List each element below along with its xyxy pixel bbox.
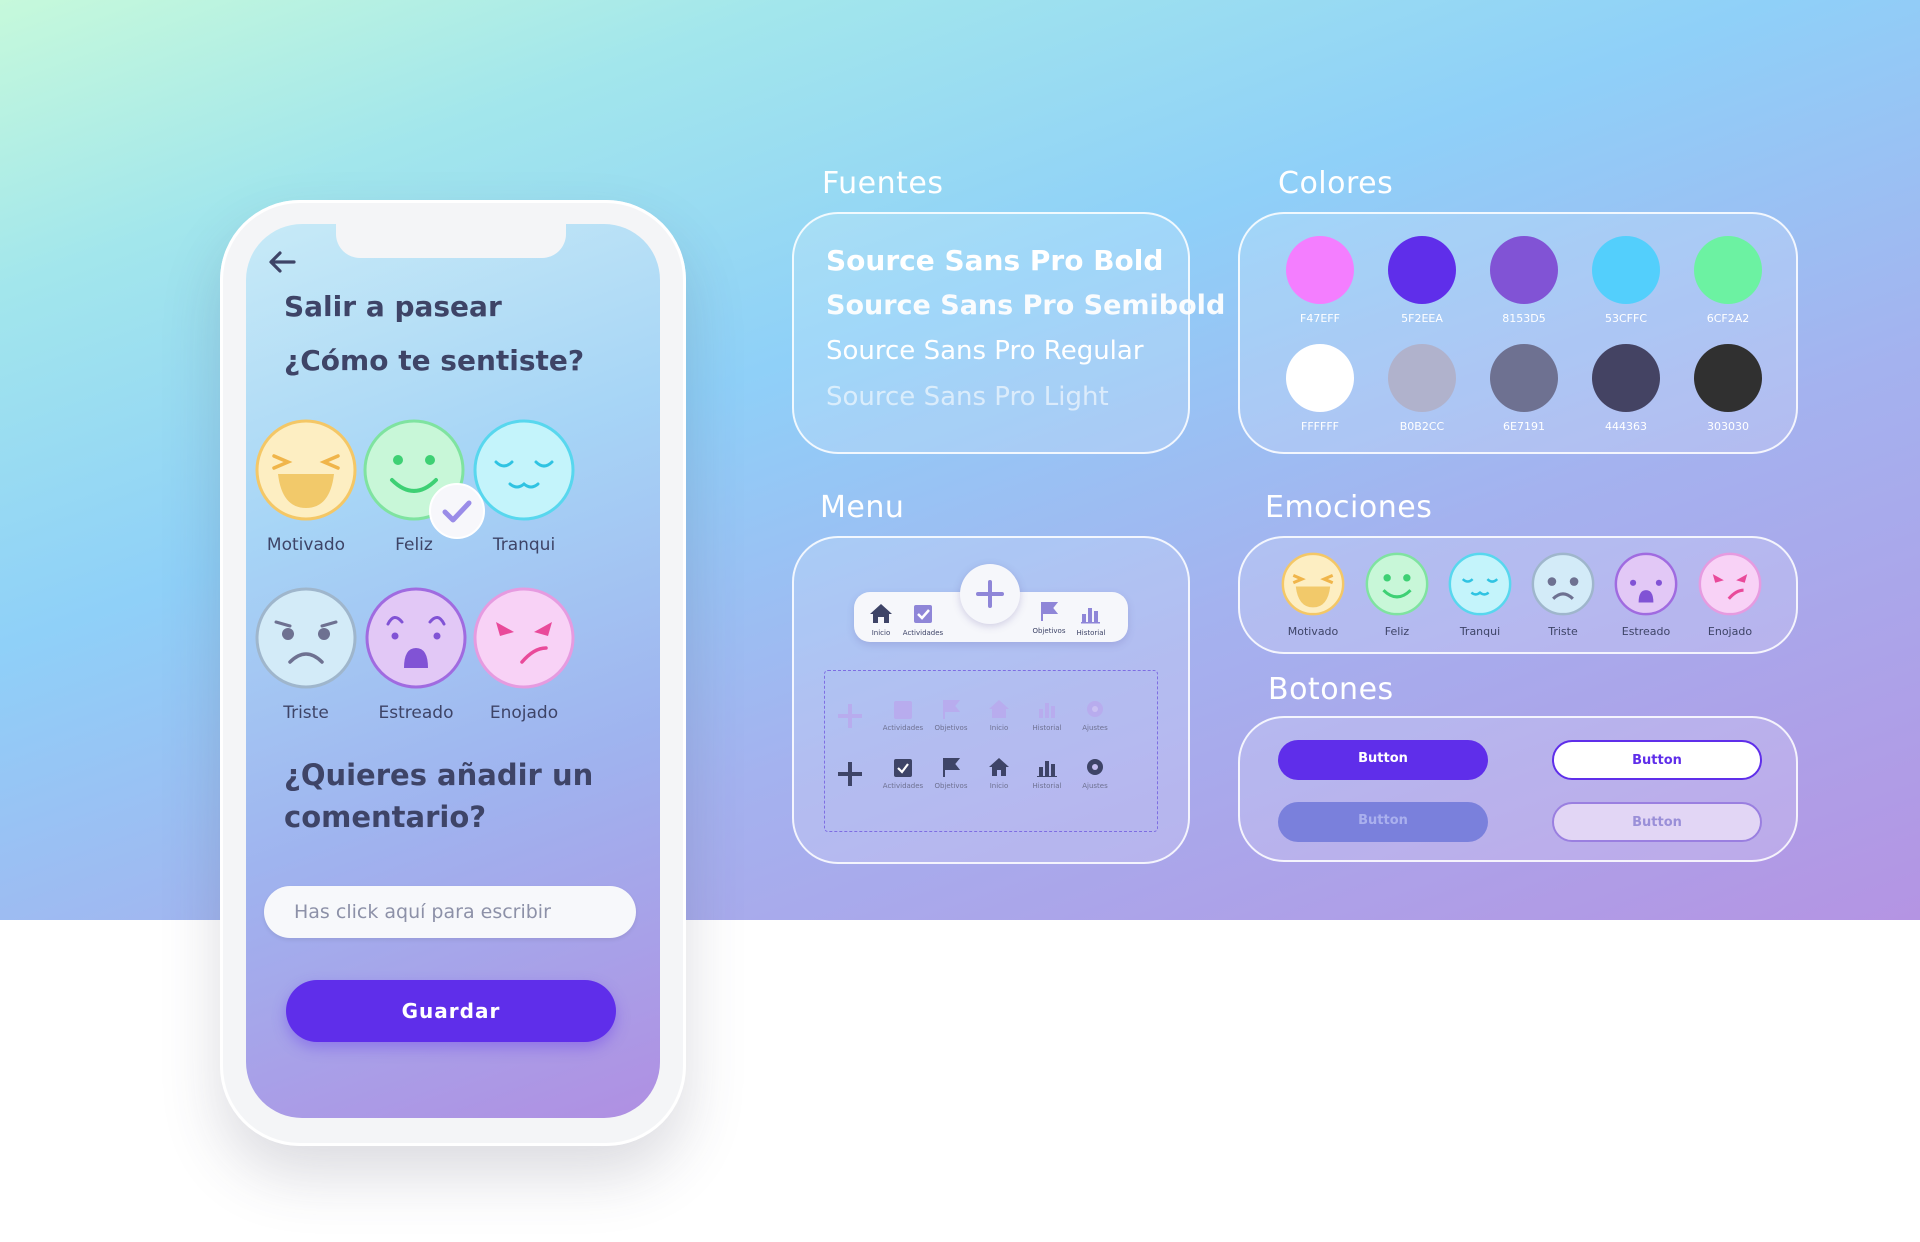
plus-icon [838,762,862,786]
color-swatch: 444363 [1592,344,1660,433]
happy-face-icon [1365,552,1429,616]
secondary-button-disabled[interactable]: Button [1552,802,1762,842]
clipboard-check-icon [894,701,912,719]
color-swatch: FFFFFF [1286,344,1354,433]
add-button[interactable] [960,564,1020,624]
emotion-enojado[interactable]: Enojado [464,586,584,723]
small-emotion-tranqui: Tranqui [1443,552,1517,638]
emotion-label: Enojado [489,703,559,723]
icon-objetivos-dark: Objetivos [929,757,973,790]
angry-face-icon [1698,552,1762,616]
stressed-face-icon [365,587,467,689]
section-title-emotions: Emociones [1265,490,1433,525]
secondary-button[interactable]: Button [1552,740,1762,780]
home-icon [989,758,1009,776]
icon-set-frame: Actividades Objetivos Inicio Historial A… [824,670,1158,832]
plus-icon [838,704,862,728]
bar-chart-icon [1039,703,1055,718]
calm-face-icon [473,419,575,521]
gear-icon [1087,701,1103,717]
color-swatch: 6CF2A2 [1694,236,1762,325]
nav-item-actividades[interactable]: Actividades [898,602,948,637]
section-title-colors: Colores [1278,166,1394,201]
emotion-motivado[interactable]: Motivado [246,418,366,555]
sad-face-icon [255,587,357,689]
font-sample-semibold: Source Sans Pro Semibold [826,290,1226,321]
small-emotion-triste: Triste [1526,552,1600,638]
color-swatch: 5F2EEA [1388,236,1456,325]
plus-icon [976,580,1004,608]
color-swatch: 8153D5 [1490,236,1558,325]
save-button[interactable]: Guardar [286,980,616,1042]
icon-objetivos-light: Objetivos [929,699,973,732]
emotion-label: Triste [283,703,329,723]
home-icon [870,604,892,623]
icon-actividades-light: Actividades [881,699,925,732]
buttons-card: Button Button Button Button [1238,716,1798,862]
colors-card: F47EFF 5F2EEA 8153D5 53CFFC 6CF2A2 FFFFF… [1238,212,1798,454]
section-title-fonts: Fuentes [822,166,944,201]
home-icon [989,700,1009,718]
small-emotion-estreado: Estreado [1609,552,1683,638]
small-emotion-feliz: Feliz [1360,552,1434,638]
emotion-label: Estreado [378,703,454,723]
color-swatch: 6E7191 [1490,344,1558,433]
color-swatch: 53CFFC [1592,236,1660,325]
comment-question-line1: ¿Quieres añadir un [284,758,594,792]
color-swatch: 303030 [1694,344,1762,433]
section-title-buttons: Botones [1268,672,1394,707]
small-emotion-enojado: Enojado [1693,552,1767,638]
icon-inicio-dark: Inicio [977,757,1021,790]
nav-item-historial[interactable]: Historial [1066,602,1116,637]
emotion-tranqui[interactable]: Tranqui [464,418,584,555]
phone-mockup: Salir a pasear ¿Cómo te sentiste? Motiva… [220,200,686,1146]
emotion-estreado[interactable]: Estreado [356,586,476,723]
color-swatch: B0B2CC [1388,344,1456,433]
flag-icon [1041,602,1059,621]
clipboard-check-icon [894,759,912,777]
phone-screen: Salir a pasear ¿Cómo te sentiste? Motiva… [246,224,660,1118]
bar-chart-icon [1081,608,1100,624]
calm-face-icon [1448,552,1512,616]
clipboard-check-icon [914,605,932,623]
icon-inicio-light: Inicio [977,699,1021,732]
angry-face-icon [473,587,575,689]
feeling-question: ¿Cómo te sentiste? [284,344,585,377]
laughing-face-icon [255,419,357,521]
section-title-menu: Menu [820,490,905,525]
color-swatch: F47EFF [1286,236,1354,325]
bar-chart-icon [1037,761,1057,778]
icon-historial-light: Historial [1025,699,1069,732]
menu-card: Inicio Actividades Objetivos Historial A… [792,536,1190,864]
sad-face-icon [1531,552,1595,616]
flag-icon [943,758,961,777]
flag-icon [943,700,961,719]
icon-ajustes-dark: Ajustes [1073,757,1117,790]
font-sample-light: Source Sans Pro Light [826,382,1109,412]
emotion-label: Tranqui [492,535,556,555]
small-emotion-motivado: Motivado [1276,552,1350,638]
icon-actividades-dark: Actividades [881,757,925,790]
emotion-label: Motivado [266,535,346,555]
font-sample-regular: Source Sans Pro Regular [826,336,1144,366]
gear-icon [1087,759,1103,775]
primary-button[interactable]: Button [1278,740,1488,780]
emotions-card: Motivado Feliz Tranqui Triste Estreado E… [1238,536,1798,654]
primary-button-disabled[interactable]: Button [1278,802,1488,842]
comment-question-line2: comentario? [284,800,487,834]
laughing-face-icon [1281,552,1345,616]
back-arrow-icon[interactable] [264,244,300,280]
stressed-face-icon [1614,552,1678,616]
icon-historial-dark: Historial [1025,757,1069,790]
fonts-card: Source Sans Pro Bold Source Sans Pro Sem… [792,212,1225,454]
emotion-triste[interactable]: Triste [246,586,366,723]
activity-title: Salir a pasear [284,290,502,323]
icon-ajustes-light: Ajustes [1073,699,1117,732]
phone-notch [336,224,566,258]
font-sample-bold: Source Sans Pro Bold [826,244,1164,277]
comment-input[interactable]: Has click aquí para escribir [264,886,636,938]
